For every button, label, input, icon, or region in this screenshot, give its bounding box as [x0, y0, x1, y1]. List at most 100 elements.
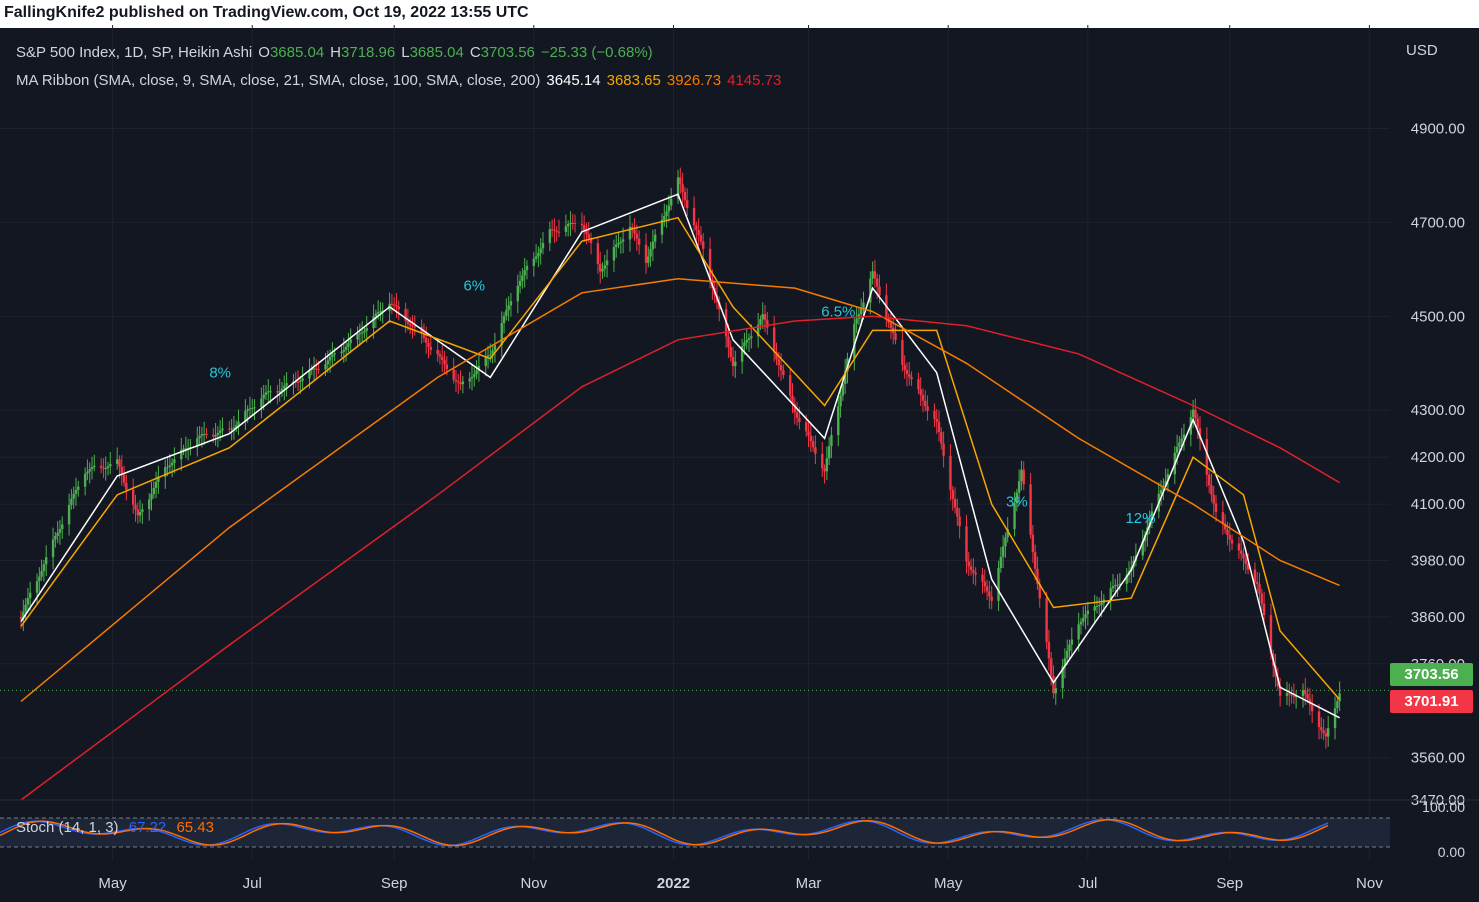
high-label: H: [330, 44, 342, 61]
candle-body: [523, 270, 526, 276]
ma-ribbon-legend[interactable]: MA Ribbon (SMA, close, 9, SMA, close, 21…: [16, 72, 787, 89]
candle-body: [1196, 418, 1199, 429]
candle-body: [1212, 494, 1215, 504]
candle-body: [1116, 584, 1119, 586]
candle-body: [285, 383, 288, 386]
candle-body: [326, 360, 329, 365]
candle-body: [525, 265, 529, 271]
candle-body: [1079, 621, 1083, 625]
candle-body: [454, 379, 458, 382]
candle-body: [509, 301, 513, 306]
candle-body: [468, 378, 471, 382]
candle-body: [131, 489, 135, 505]
candle-body: [1100, 602, 1103, 605]
candle-body: [200, 434, 204, 436]
candle-body: [1304, 690, 1307, 694]
candle-body: [122, 474, 126, 483]
stoch-legend[interactable]: Stoch (14, 1, 3) 67.22 65.43: [16, 819, 214, 836]
candle-body: [317, 368, 320, 370]
candle-body: [331, 354, 334, 357]
candle-body: [667, 205, 671, 212]
candle-body: [379, 311, 382, 313]
candle-body: [933, 410, 936, 419]
stoch-k-value: 67.22: [128, 819, 167, 836]
price-chart[interactable]: 8% 6% 6.5% 3% 12% 4900.00 4700.00 4500.00 4300.…: [0, 0, 1479, 902]
candle-body: [772, 327, 776, 353]
candle-body: [988, 591, 991, 597]
moving-averages: [20, 193, 1341, 801]
candle-body: [1226, 529, 1229, 536]
candle-body: [599, 263, 602, 272]
gain-annotation: 12%: [1125, 510, 1155, 527]
candle-body: [564, 226, 568, 232]
candle-body: [537, 253, 540, 257]
candle-body: [315, 368, 318, 370]
candle-body: [374, 313, 378, 317]
candle-body: [54, 535, 57, 540]
candle-body: [942, 443, 945, 456]
candle-body: [1022, 469, 1025, 485]
candle-body: [125, 482, 128, 490]
candle-body: [425, 337, 428, 343]
candle-body: [324, 364, 327, 370]
candle-body: [798, 417, 801, 423]
candle-body: [871, 271, 874, 279]
candle-body: [445, 364, 449, 370]
candle-body: [1194, 409, 1197, 419]
candle-body: [1244, 558, 1247, 564]
candle-body: [763, 314, 767, 321]
candle-body: [1068, 644, 1071, 651]
candle-body: [150, 494, 153, 500]
candle-body: [1086, 610, 1090, 615]
candle-body: [230, 428, 233, 430]
symbol-legend[interactable]: S&P 500 Index, 1D, SP, Heikin Ashi O3685.…: [16, 44, 659, 61]
candle-body: [218, 430, 222, 433]
candle-body: [761, 314, 764, 320]
candle-body: [612, 247, 616, 261]
candle-body: [168, 465, 172, 467]
candle-body: [1338, 693, 1341, 702]
candle-body: [486, 355, 490, 357]
candle-body: [949, 455, 952, 490]
candle-body: [516, 285, 519, 302]
candle-body: [789, 375, 792, 396]
open-label: O: [258, 44, 270, 61]
candle-body: [1301, 690, 1305, 697]
candle-body: [392, 304, 396, 306]
candle-body: [413, 326, 416, 328]
candle-body: [1098, 604, 1101, 606]
candle-body: [555, 230, 558, 232]
candle-body: [221, 428, 224, 431]
candle-body: [72, 493, 75, 499]
candle-body: [1066, 650, 1069, 659]
candle-body: [246, 409, 249, 411]
candle-body: [363, 330, 366, 333]
currency-label: USD: [1406, 42, 1438, 59]
candle-body: [958, 516, 961, 527]
candle-body: [859, 308, 863, 315]
candle-body: [408, 323, 412, 326]
y-tick-label: 4300.00: [1411, 402, 1465, 419]
candle-body: [141, 509, 144, 512]
candle-body: [651, 241, 655, 250]
candle-body: [170, 462, 174, 466]
candle-body: [876, 278, 879, 287]
candle-body: [617, 243, 620, 245]
candle-body: [635, 233, 639, 239]
candle-body: [550, 229, 554, 231]
candle-body: [397, 306, 400, 310]
candle-body: [1310, 704, 1314, 712]
candle-body: [427, 342, 430, 347]
candle-body: [51, 539, 55, 558]
candle-body: [443, 360, 446, 365]
y-tick-label: 4500.00: [1411, 308, 1465, 325]
candle-body: [104, 467, 107, 469]
candle-body: [1317, 711, 1321, 728]
symbol-name: S&P 500 Index, 1D, SP, Heikin Ashi: [16, 44, 253, 61]
candle-body: [557, 231, 561, 233]
x-axis: May Jul Sep Nov 2022 Mar May Jul Sep Nov: [98, 875, 1383, 892]
candle-body: [1111, 586, 1115, 589]
candle-body: [106, 466, 110, 468]
candle-body: [70, 498, 73, 505]
candle-body: [692, 208, 696, 226]
